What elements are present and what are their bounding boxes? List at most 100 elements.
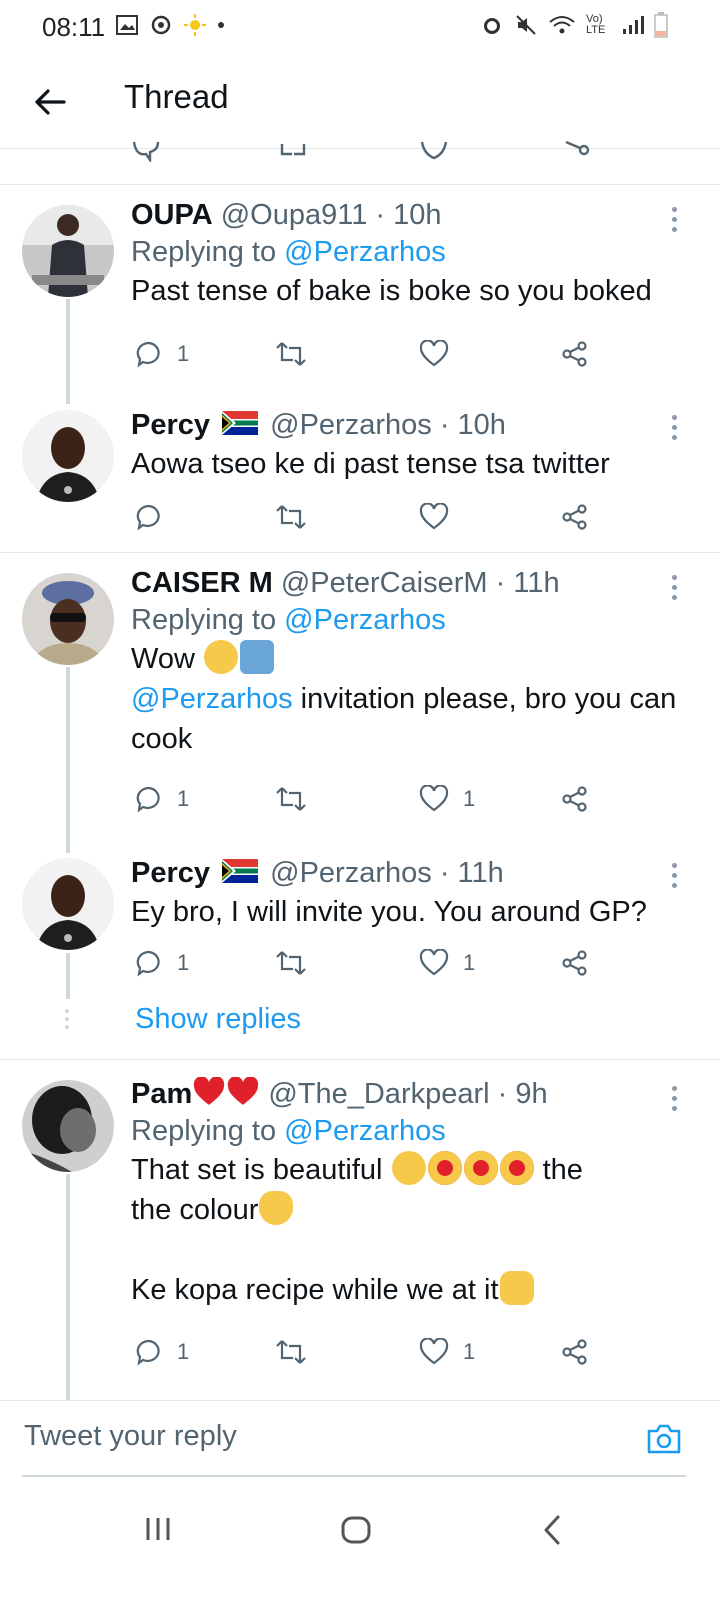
reply-icon[interactable] (135, 1338, 163, 1366)
share-icon[interactable] (561, 340, 589, 368)
heart-icon[interactable] (419, 340, 449, 368)
author-handle[interactable]: @Perzarhos (270, 409, 432, 441)
author-handle[interactable]: @The_Darkpearl (268, 1078, 489, 1110)
heart-eyes-emoji-icon (427, 1151, 462, 1186)
heart-icon[interactable] (419, 949, 449, 977)
avatar[interactable] (22, 858, 114, 950)
heart-icon[interactable] (419, 503, 449, 531)
camera-icon[interactable] (646, 1423, 682, 1455)
previous-tweet-actions (0, 140, 720, 185)
home-icon[interactable] (341, 1516, 371, 1544)
reply-underline (22, 1475, 686, 1477)
author-handle[interactable]: @Oupa911 (221, 199, 368, 231)
more-options-icon[interactable] (672, 207, 678, 237)
share-icon[interactable] (561, 503, 589, 531)
share-icon[interactable] (561, 1338, 589, 1366)
heart-icon[interactable] (419, 785, 449, 813)
mention-link[interactable]: @Perzarhos (131, 683, 293, 715)
reply-input[interactable] (22, 1419, 606, 1454)
heart-icon[interactable] (419, 1338, 449, 1366)
author-handle[interactable]: @Perzarhos (270, 857, 432, 889)
raising-hands-emoji-icon (499, 1271, 534, 1306)
tweet-time: · 11h (495, 567, 560, 599)
sync-icon (151, 15, 171, 35)
replying-label: Replying to (131, 604, 277, 636)
author-name[interactable]: CAISER M (131, 567, 273, 599)
tweet-oupa[interactable]: OUPA @Oupa911 · 10h Replying to @Perzarh… (0, 185, 720, 552)
replying-to-link[interactable]: @Perzarhos (284, 236, 446, 268)
page-title: Thread (124, 78, 229, 115)
replying-to-link[interactable]: @Perzarhos (284, 1115, 446, 1147)
author-name[interactable]: Percy (131, 409, 210, 441)
like-count: 1 (463, 1339, 476, 1364)
share-icon[interactable] (561, 949, 589, 977)
author-name[interactable]: Percy (131, 857, 210, 889)
share-icon[interactable] (562, 140, 590, 162)
more-options-icon[interactable] (672, 1086, 678, 1116)
avatar[interactable] (22, 1080, 114, 1172)
avatar[interactable] (22, 573, 114, 665)
reply-count: 1 (177, 341, 190, 366)
author-name[interactable]: Pam (131, 1078, 192, 1110)
heart-icon[interactable] (420, 140, 448, 162)
reply-count: 1 (177, 786, 190, 811)
reply-count: 1 (177, 950, 190, 975)
back-arrow-icon[interactable] (30, 82, 70, 122)
replying-label: Replying to (131, 1115, 277, 1147)
more-options-icon[interactable] (672, 863, 678, 893)
avatar[interactable] (22, 205, 114, 297)
thread-continuation-dots (65, 1009, 71, 1033)
back-nav-icon[interactable] (542, 1514, 562, 1546)
tweet-time: · 11h (439, 857, 504, 889)
ok-hand-emoji-icon (259, 1191, 294, 1226)
tweet-time: · 9h (497, 1078, 548, 1110)
system-nav-bar (0, 1490, 720, 1600)
status-bar: 08:11 Vo) LTE (0, 0, 720, 56)
tweet-text-line1: Wow (131, 643, 195, 675)
reply-count: 1 (177, 1339, 190, 1364)
rolling-eyes-emoji-icon (391, 1151, 426, 1186)
show-replies-link[interactable]: Show replies (135, 1003, 301, 1036)
replying-to-link[interactable]: @Perzarhos (284, 604, 446, 636)
retweet-icon[interactable] (275, 503, 307, 531)
person-gesturing-ok-emoji-icon (239, 640, 274, 675)
more-options-icon[interactable] (672, 575, 678, 605)
retweet-icon[interactable] (278, 142, 308, 160)
tweet-text-part2: the colour (131, 1194, 259, 1226)
tweet-text-part3: Ke kopa recipe while we at it (131, 1274, 499, 1306)
tweet-text: Ey bro, I will invite you. You around GP… (131, 896, 647, 928)
clock: 08:11 (42, 12, 106, 42)
thread-line (66, 953, 70, 999)
retweet-icon[interactable] (275, 340, 307, 368)
share-icon[interactable] (561, 785, 589, 813)
mute-icon (516, 15, 536, 35)
battery-icon (654, 12, 668, 38)
sun-icon (184, 14, 206, 36)
reply-icon[interactable] (135, 949, 163, 977)
reply-icon[interactable] (132, 140, 160, 162)
thread-line (66, 1174, 70, 1400)
reply-bar (0, 1400, 720, 1477)
tweet-pam[interactable]: Pam @The_Darkpearl · 9h Replying to @Per… (0, 1060, 720, 1400)
wifi-icon (549, 16, 575, 34)
red-heart-emoji-icon (194, 1076, 225, 1106)
tweet-text-part1: That set is beautiful (131, 1154, 383, 1186)
avatar[interactable] (22, 410, 114, 502)
tweet-caiser[interactable]: CAISER M @PeterCaiserM · 11h Replying to… (0, 553, 720, 1059)
network-label: Vo) LTE (586, 13, 606, 36)
tweet-time: · 10h (439, 409, 506, 441)
author-name[interactable]: OUPA (131, 199, 213, 231)
retweet-icon[interactable] (275, 949, 307, 977)
south-africa-flag-icon (222, 411, 259, 436)
heart-eyes-emoji-icon (463, 1151, 498, 1186)
retweet-icon[interactable] (275, 785, 307, 813)
author-handle[interactable]: @PeterCaiserM (281, 567, 488, 599)
recent-apps-icon[interactable] (144, 1516, 172, 1542)
reply-icon[interactable] (135, 785, 163, 813)
reply-icon[interactable] (135, 340, 163, 368)
like-count: 1 (463, 950, 476, 975)
heart-eyes-emoji-icon (499, 1151, 534, 1186)
more-options-icon[interactable] (672, 415, 678, 445)
retweet-icon[interactable] (275, 1338, 307, 1366)
reply-icon[interactable] (135, 503, 163, 531)
